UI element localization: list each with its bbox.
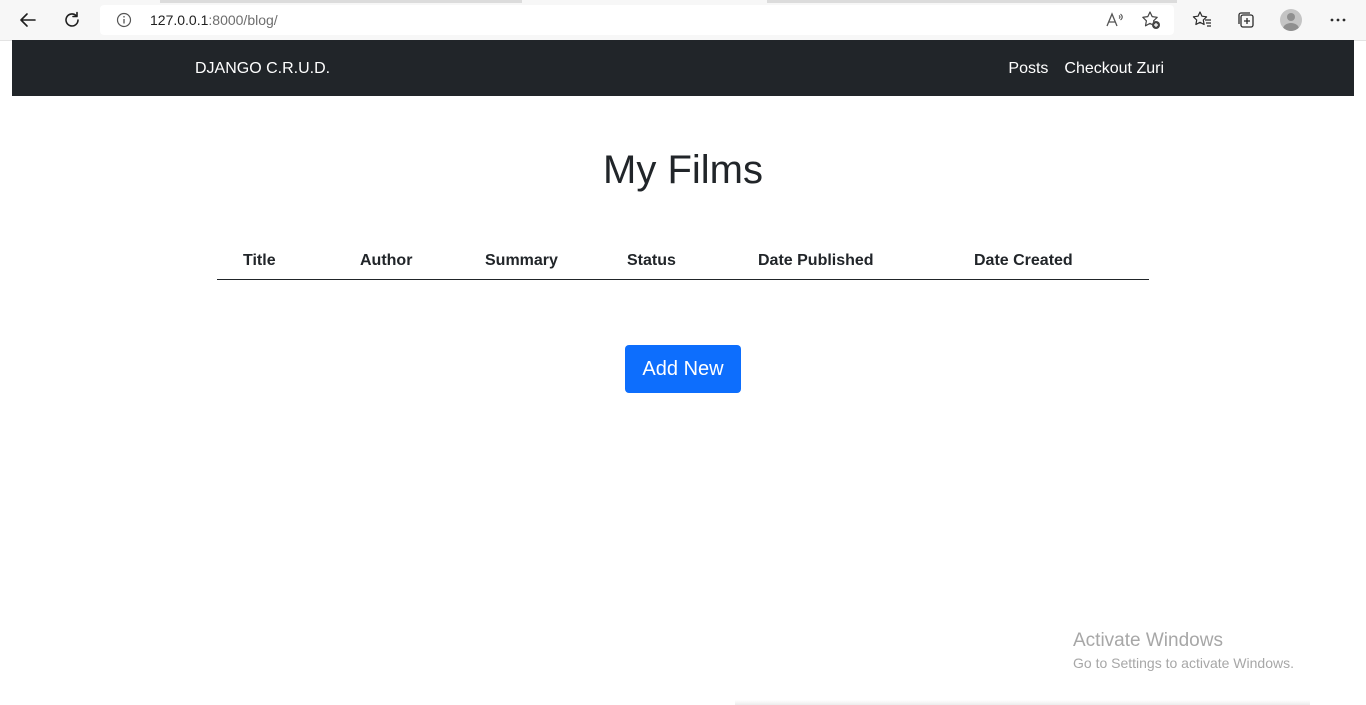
column-header-author: Author: [360, 242, 485, 280]
table-header-row: Title Author Summary Status Date Publish…: [217, 242, 1149, 280]
column-header-title: Title: [217, 242, 360, 280]
tab-strip: [767, 0, 1177, 3]
favorites-icon[interactable]: [1190, 8, 1214, 32]
add-favorite-icon[interactable]: [1140, 10, 1162, 30]
avatar-shoulders: [1283, 23, 1299, 31]
add-new-button[interactable]: Add New: [625, 345, 741, 393]
address-bar[interactable]: 127.0.0.1:8000/blog/: [100, 5, 1174, 35]
read-aloud-icon[interactable]: [1104, 10, 1126, 30]
info-icon[interactable]: [116, 12, 132, 28]
column-header-summary: Summary: [485, 242, 627, 280]
column-header-date-published: Date Published: [758, 242, 974, 280]
back-button[interactable]: [13, 6, 43, 34]
films-table: Title Author Summary Status Date Publish…: [217, 242, 1149, 280]
nav-link-checkout-zuri[interactable]: Checkout Zuri: [1064, 59, 1164, 79]
url-text[interactable]: 127.0.0.1:8000/blog/: [150, 12, 278, 28]
url-path: :8000/blog/: [208, 12, 278, 28]
brand-link[interactable]: DJANGO C.R.U.D.: [195, 59, 330, 79]
refresh-button[interactable]: [57, 6, 87, 34]
avatar-head: [1287, 13, 1295, 21]
more-options-icon[interactable]: [1326, 8, 1350, 32]
taskbar-shadow: [735, 700, 1310, 705]
watermark-title: Activate Windows: [1073, 630, 1223, 651]
column-header-status: Status: [627, 242, 758, 280]
collections-icon[interactable]: [1234, 8, 1258, 32]
refresh-icon: [65, 11, 79, 27]
profile-avatar[interactable]: [1280, 9, 1302, 31]
column-header-date-created: Date Created: [974, 242, 1149, 280]
url-host: 127.0.0.1: [150, 12, 209, 28]
page-title: My Films: [603, 148, 763, 192]
windows-activation-watermark: Activate Windows Go to Settings to activ…: [1073, 630, 1294, 673]
site-navbar: DJANGO C.R.U.D. Posts Checkout Zuri: [12, 40, 1354, 96]
nav-link-posts[interactable]: Posts: [1008, 59, 1048, 79]
nav-links: Posts Checkout Zuri: [1008, 59, 1164, 79]
watermark-subtitle: Go to Settings to activate Windows.: [1073, 655, 1294, 671]
tab-strip: [160, 0, 522, 3]
browser-toolbar: 127.0.0.1:8000/blog/: [0, 0, 1366, 41]
arrow-left-icon: [20, 13, 36, 27]
